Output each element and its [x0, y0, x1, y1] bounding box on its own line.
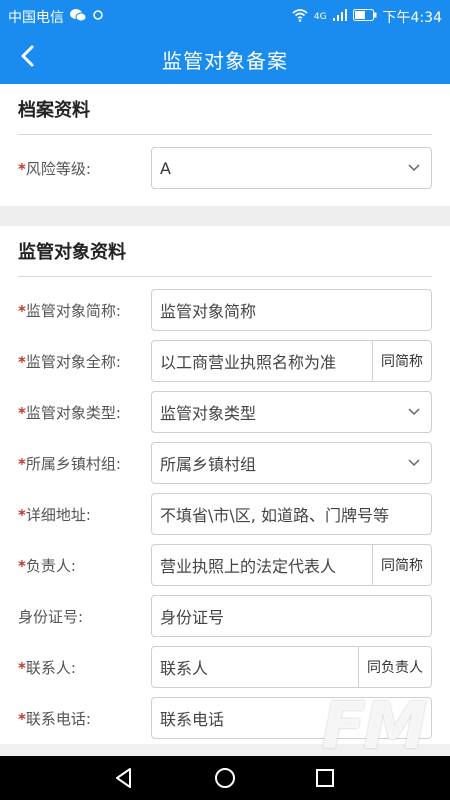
page-title: 监管对象备案	[162, 49, 288, 73]
subject-type-placeholder: 监管对象类型	[160, 404, 257, 423]
township-row: *所属乡镇村组: 所属乡镇村组	[18, 438, 432, 489]
short-name-label: *监管对象简称:	[18, 302, 121, 320]
archive-section: 档案资料 *风险等级: A	[0, 84, 450, 206]
full-name-label: *监管对象全称:	[18, 353, 121, 371]
same-as-short-name-button-2[interactable]: 同简称	[372, 545, 431, 585]
recent-apps-square-icon[interactable]	[313, 766, 337, 790]
watermark-logo: FM	[321, 690, 427, 764]
id-number-input[interactable]: 身份证号	[151, 595, 432, 637]
id-number-label: 身份证号:	[18, 608, 84, 626]
home-circle-icon[interactable]	[213, 766, 237, 790]
short-name-row: *监管对象简称: 监管对象简称	[18, 285, 432, 336]
risk-level-select[interactable]: A	[151, 147, 432, 189]
carrier-label: 中国电信	[8, 10, 64, 26]
wifi-icon	[292, 8, 308, 26]
risk-level-row: *风险等级: A	[18, 143, 432, 194]
township-label: *所属乡镇村组:	[18, 455, 121, 473]
same-as-short-name-button[interactable]: 同简称	[372, 341, 431, 381]
status-bar: 中国电信 4G 下午4:34	[0, 0, 450, 32]
signal-icon	[332, 9, 347, 25]
contact-placeholder: 联系人	[160, 659, 209, 678]
contact-input[interactable]: 联系人 同负责人	[151, 646, 432, 688]
chevron-down-icon	[397, 459, 431, 467]
address-placeholder: 不填省\市\区, 如道路、门牌号等	[160, 506, 389, 525]
section-divider	[0, 206, 450, 226]
id-number-row: 身份证号: 身份证号	[18, 591, 432, 642]
subject-type-label: *监管对象类型:	[18, 404, 121, 422]
full-name-input[interactable]: 以工商营业执照名称为准 同简称	[151, 340, 432, 382]
risk-level-value: A	[160, 158, 171, 178]
same-as-person-in-charge-button[interactable]: 同负责人	[358, 647, 431, 687]
subject-type-select[interactable]: 监管对象类型	[151, 391, 432, 433]
notification-icon	[92, 9, 104, 25]
scroll-content[interactable]: 档案资料 *风险等级: A 监管对象资料 *监管对象简称: 监管对象简称 *监管…	[0, 84, 450, 756]
chevron-down-icon	[397, 408, 431, 416]
chevron-down-icon	[397, 164, 431, 172]
subject-type-row: *监管对象类型: 监管对象类型	[18, 387, 432, 438]
township-placeholder: 所属乡镇村组	[160, 455, 257, 474]
network-type-label: 4G	[313, 12, 327, 22]
address-input[interactable]: 不填省\市\区, 如道路、门牌号等	[151, 493, 432, 535]
address-label: *详细地址:	[18, 506, 91, 524]
person-in-charge-input[interactable]: 营业执照上的法定代表人 同简称	[151, 544, 432, 586]
subject-section-title: 监管对象资料	[18, 226, 432, 277]
risk-level-label: *风险等级:	[18, 160, 91, 178]
short-name-input[interactable]: 监管对象简称	[151, 289, 432, 331]
township-select[interactable]: 所属乡镇村组	[151, 442, 432, 484]
contact-row: *联系人: 联系人 同负责人	[18, 642, 432, 693]
full-name-row: *监管对象全称: 以工商营业执照名称为准 同简称	[18, 336, 432, 387]
person-in-charge-label: *负责人:	[18, 557, 76, 575]
short-name-placeholder: 监管对象简称	[160, 302, 257, 321]
address-row: *详细地址: 不填省\市\区, 如道路、门牌号等	[18, 489, 432, 540]
person-in-charge-row: *负责人: 营业执照上的法定代表人 同简称	[18, 540, 432, 591]
subject-section: 监管对象资料 *监管对象简称: 监管对象简称 *监管对象全称: 以工商营业执照名…	[0, 226, 450, 744]
phone-label: *联系电话:	[18, 710, 91, 728]
top-nav-bar: 监管对象备案	[0, 32, 450, 84]
id-number-placeholder: 身份证号	[160, 608, 225, 627]
contact-label: *联系人:	[18, 659, 76, 677]
system-nav-bar	[0, 756, 450, 800]
clock-label: 下午4:34	[382, 10, 442, 26]
back-triangle-icon[interactable]	[112, 766, 136, 790]
person-in-charge-placeholder: 营业执照上的法定代表人	[160, 557, 337, 576]
full-name-placeholder: 以工商营业执照名称为准	[160, 353, 337, 372]
archive-section-title: 档案资料	[18, 84, 432, 135]
wechat-icon	[70, 8, 87, 26]
battery-icon	[352, 9, 377, 25]
